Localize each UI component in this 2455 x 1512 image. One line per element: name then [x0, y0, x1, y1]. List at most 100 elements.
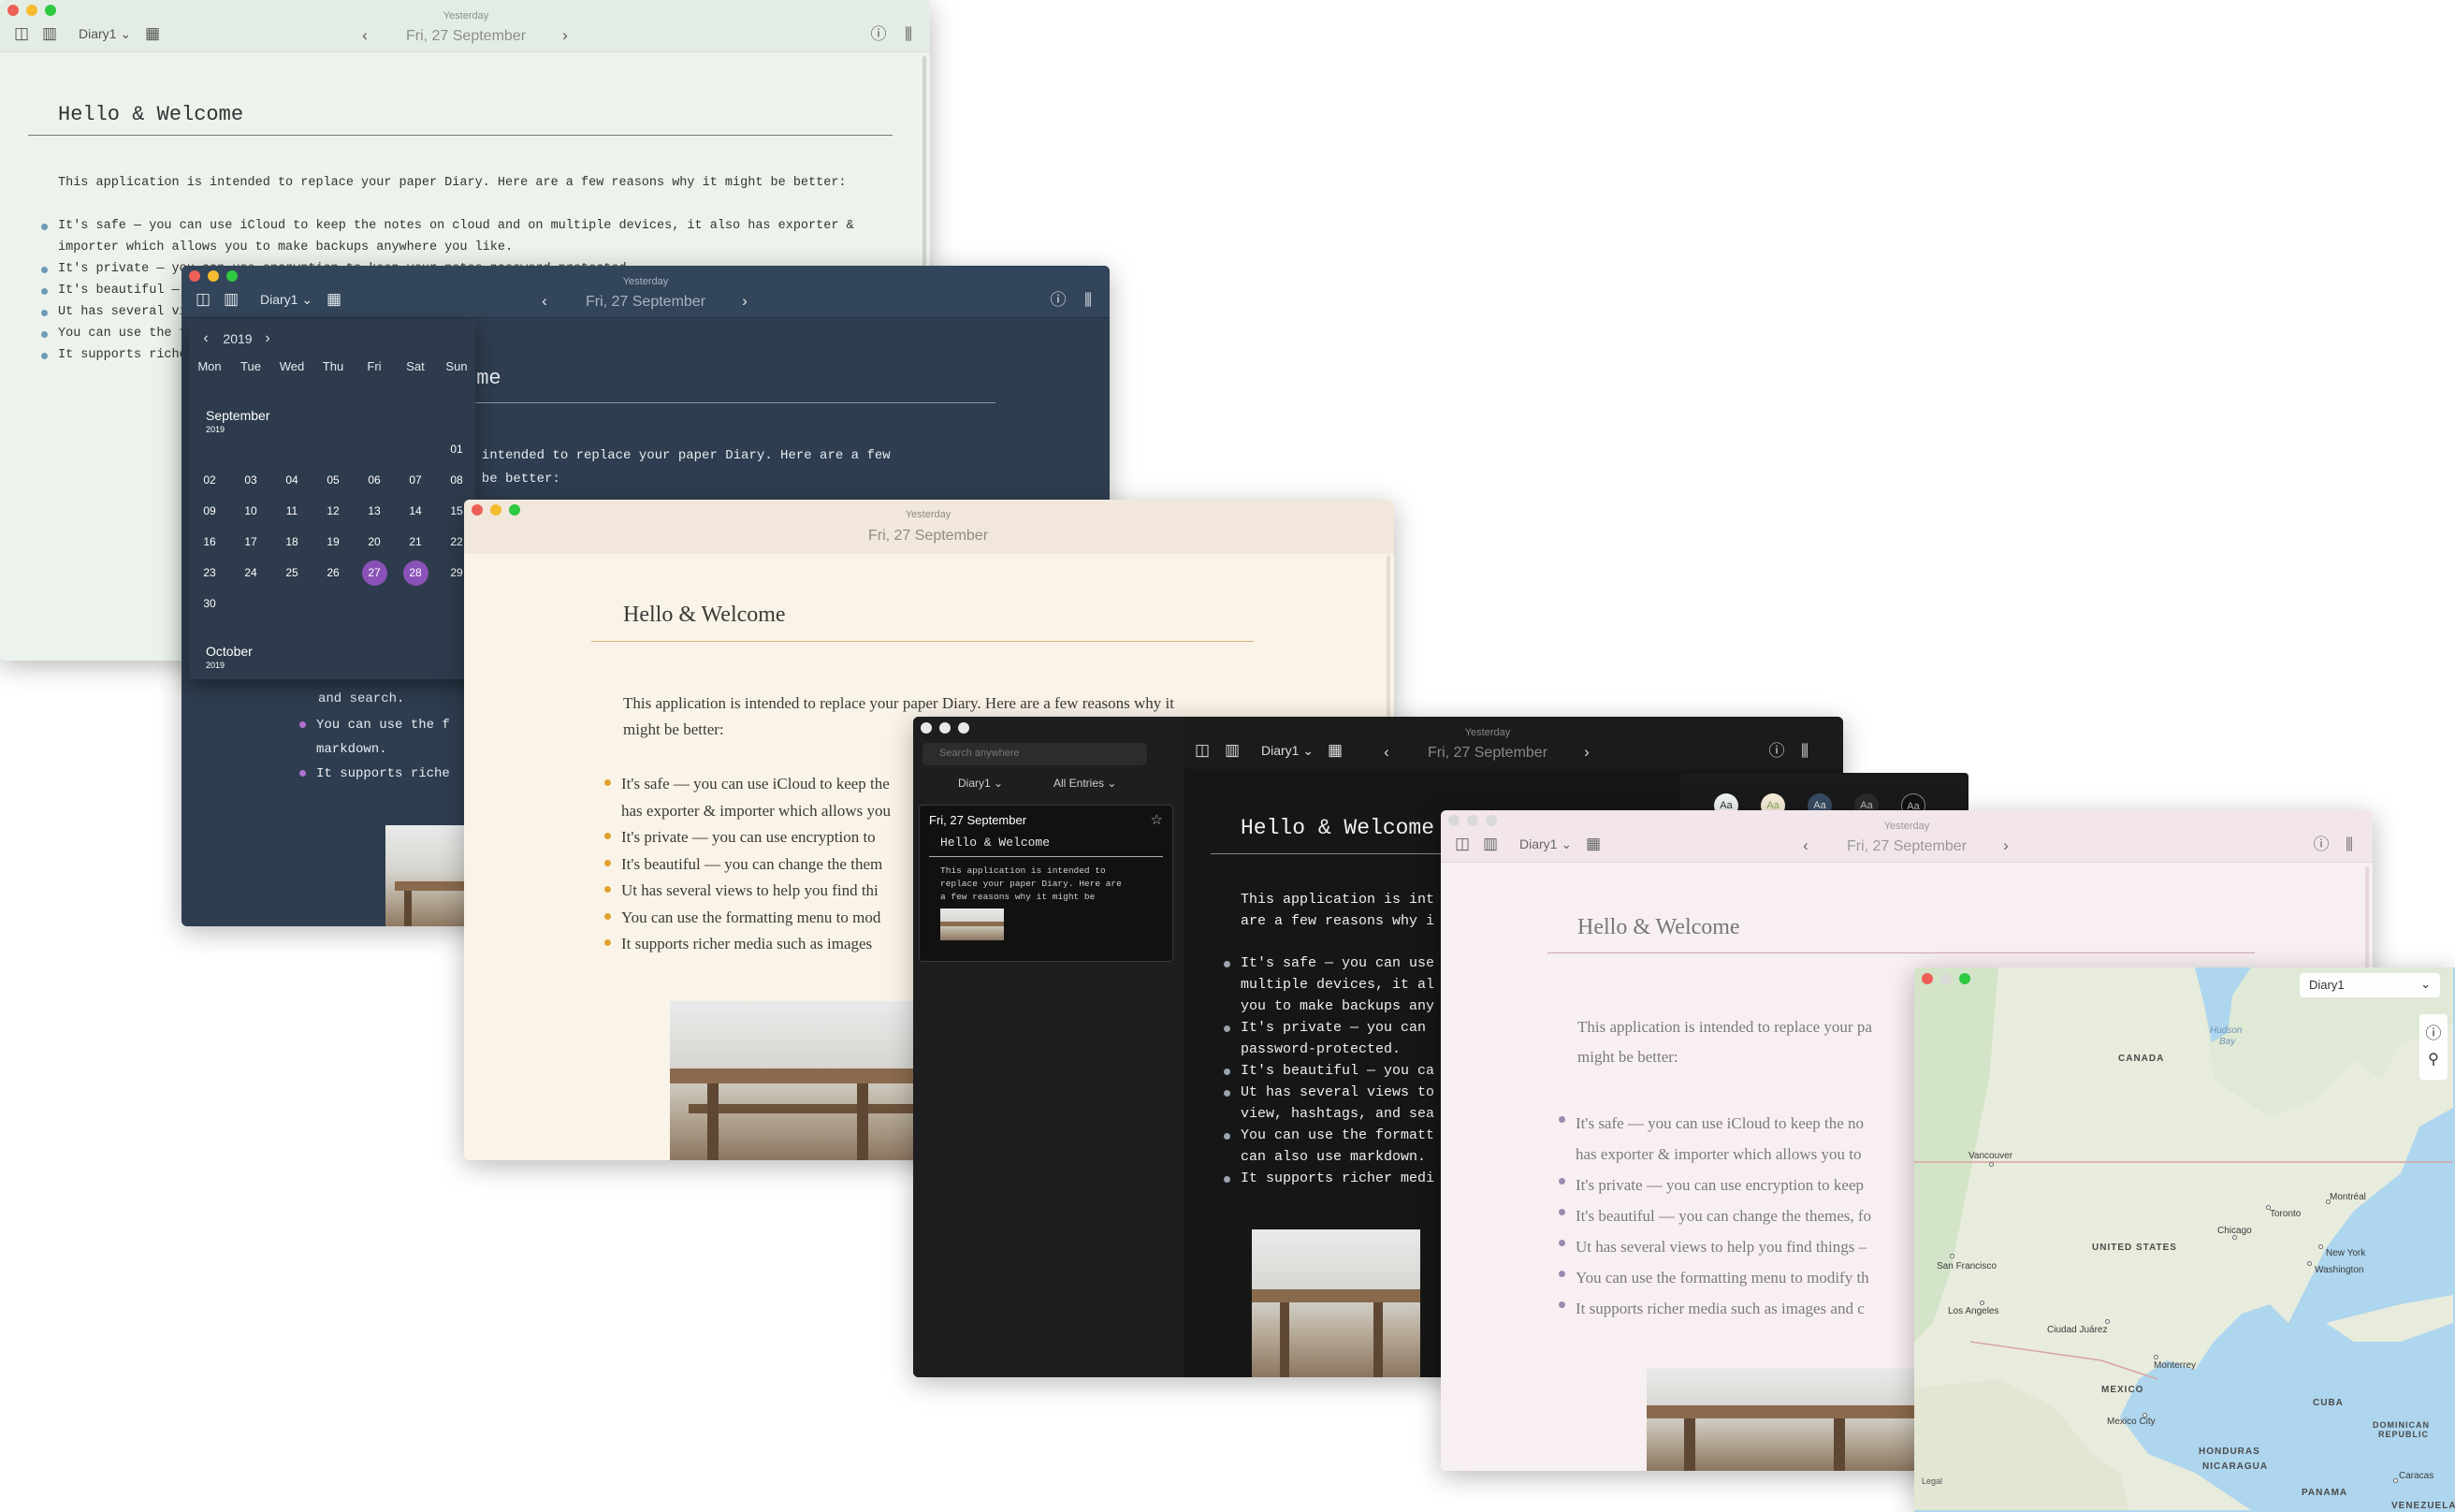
calendar-day[interactable]: 04	[271, 465, 312, 496]
calendar-icon[interactable]: ▦	[142, 24, 163, 43]
close-button[interactable]	[1922, 973, 1933, 984]
next-day-icon[interactable]: ›	[556, 26, 574, 45]
info-icon[interactable]: ⓘ	[868, 25, 889, 44]
calendar-day[interactable]: 09	[189, 496, 230, 527]
calendar-day[interactable]: 07	[395, 465, 436, 496]
map-legal-link[interactable]: Legal	[1922, 1476, 1942, 1486]
minimize-button[interactable]	[490, 504, 501, 516]
calendar-day[interactable]: 14	[395, 496, 436, 527]
map-icon[interactable]: ▥	[1222, 741, 1242, 760]
next-day-icon[interactable]: ›	[1997, 836, 2015, 855]
settings-sliders-icon[interactable]: ⫼	[1078, 291, 1098, 310]
bullet-continuation: has exporter & importer which allows you	[621, 801, 891, 820]
close-button[interactable]	[7, 5, 19, 16]
calendar-day[interactable]: 12	[312, 496, 354, 527]
info-icon[interactable]: ⓘ	[2311, 836, 2332, 854]
calendar-day[interactable]: 02	[189, 465, 230, 496]
sidebar-toggle-icon[interactable]: ◫	[1452, 835, 1473, 853]
calendar-day[interactable]: 11	[271, 496, 312, 527]
close-button[interactable]	[1448, 815, 1460, 826]
traffic-lights	[921, 722, 969, 734]
location-pin-icon[interactable]: ⚲	[2419, 1050, 2448, 1069]
calendar-day[interactable]: 17	[230, 527, 271, 558]
calendar-day[interactable]: 21	[395, 527, 436, 558]
zoom-button[interactable]	[958, 722, 969, 734]
calendar-day[interactable]: 06	[354, 465, 395, 496]
calendar-icon[interactable]: ▦	[1325, 741, 1345, 760]
star-icon[interactable]: ☆	[1151, 811, 1163, 828]
map-icon[interactable]: ▥	[221, 290, 241, 309]
calendar-day[interactable]: 16	[189, 527, 230, 558]
calendar-day[interactable]: 19	[312, 527, 354, 558]
titlebar: ◫ ▥ Diary1 ⌄ ▦ Yesterday ‹ Fri, 27 Septe…	[1441, 810, 2373, 863]
prev-day-icon[interactable]: ‹	[356, 26, 374, 45]
prev-day-icon[interactable]: ‹	[1377, 743, 1396, 762]
info-icon[interactable]: ⓘ	[1766, 742, 1787, 761]
minimize-button[interactable]	[1940, 973, 1952, 984]
sidebar-toggle-icon[interactable]: ◫	[1192, 741, 1213, 760]
calendar-day[interactable]: 24	[230, 558, 271, 589]
zoom-button[interactable]	[1959, 973, 1970, 984]
next-day-icon[interactable]: ›	[1577, 743, 1596, 762]
close-button[interactable]	[189, 270, 200, 282]
calendar-day[interactable]: 01	[436, 434, 477, 465]
month-title: September	[206, 408, 270, 423]
calendar-day[interactable]: 05	[312, 465, 354, 496]
map-label-country: DOMINICAN	[2373, 1420, 2430, 1430]
calendar-day[interactable]: 10	[230, 496, 271, 527]
calendar-day[interactable]: 18	[271, 527, 312, 558]
prev-year-icon[interactable]: ‹	[196, 329, 215, 348]
next-year-icon[interactable]: ›	[258, 329, 277, 348]
bullet-continuation: markdown.	[316, 742, 387, 757]
info-icon[interactable]: ⓘ	[2419, 1020, 2448, 1043]
zoom-button[interactable]	[45, 5, 56, 16]
calendar-icon[interactable]: ▦	[324, 290, 344, 309]
zoom-button[interactable]	[1486, 815, 1497, 826]
info-icon[interactable]: ⓘ	[1048, 291, 1068, 310]
entry-card[interactable]: Fri, 27 September ☆ Hello & Welcome This…	[919, 805, 1173, 962]
prev-day-icon[interactable]: ‹	[1796, 836, 1815, 855]
prev-day-icon[interactable]: ‹	[535, 292, 554, 311]
calendar-day[interactable]: 27	[354, 558, 395, 589]
titlebar: Yesterday Fri, 27 September	[464, 500, 1394, 554]
calendar-day[interactable]: 13	[354, 496, 395, 527]
calendar-day[interactable]: 08	[436, 465, 477, 496]
calendar-day[interactable]: 03	[230, 465, 271, 496]
close-button[interactable]	[921, 722, 932, 734]
calendar-day[interactable]: 20	[354, 527, 395, 558]
diary-selector[interactable]: Diary1 ⌄	[79, 26, 131, 42]
calendar-day[interactable]: 26	[312, 558, 354, 589]
map-icon[interactable]: ▥	[39, 24, 60, 43]
minimize-button[interactable]	[1467, 815, 1478, 826]
map-canvas[interactable]: CANADA UNITED STATES MEXICO CUBA DOMINIC…	[1914, 967, 2455, 1511]
diary-selector[interactable]: Diary1 ⌄	[1519, 836, 1572, 852]
calendar-day[interactable]: 23	[189, 558, 230, 589]
sidebar-toggle-icon[interactable]: ◫	[193, 290, 213, 309]
minimize-button[interactable]	[939, 722, 951, 734]
zoom-button[interactable]	[226, 270, 238, 282]
diary-filter[interactable]: Diary1 ⌄	[958, 777, 1003, 790]
minimize-button[interactable]	[208, 270, 219, 282]
calendar-day[interactable]: 28	[395, 558, 436, 589]
settings-sliders-icon[interactable]: ⫼	[898, 25, 919, 44]
relative-date: Yesterday	[905, 509, 951, 520]
calendar-icon[interactable]: ▦	[1583, 835, 1604, 853]
settings-sliders-icon[interactable]: ⫼	[1794, 742, 1815, 761]
bullet-item: You can use the formatting menu to modif…	[1559, 1262, 1871, 1293]
diary-selector[interactable]: Diary1 ⌄	[1261, 743, 1314, 759]
calendar-day[interactable]: 25	[271, 558, 312, 589]
minimize-button[interactable]	[26, 5, 37, 16]
map-diary-selector[interactable]: Diary1 ⌄	[2300, 973, 2440, 997]
calendar-day[interactable]: 30	[189, 589, 230, 619]
close-button[interactable]	[472, 504, 483, 516]
map-label-city: Caracas	[2399, 1471, 2434, 1481]
zoom-button[interactable]	[509, 504, 520, 516]
search-input[interactable]: Search anywhere	[922, 743, 1147, 765]
map-icon[interactable]: ▥	[1480, 835, 1501, 853]
diary-selector[interactable]: Diary1 ⌄	[260, 292, 312, 308]
calendar-day-number: 24	[244, 566, 257, 579]
sidebar-toggle-icon[interactable]: ◫	[11, 24, 32, 43]
next-day-icon[interactable]: ›	[735, 292, 754, 311]
entries-filter[interactable]: All Entries ⌄	[1053, 777, 1116, 790]
settings-sliders-icon[interactable]: ⫼	[2339, 836, 2360, 854]
